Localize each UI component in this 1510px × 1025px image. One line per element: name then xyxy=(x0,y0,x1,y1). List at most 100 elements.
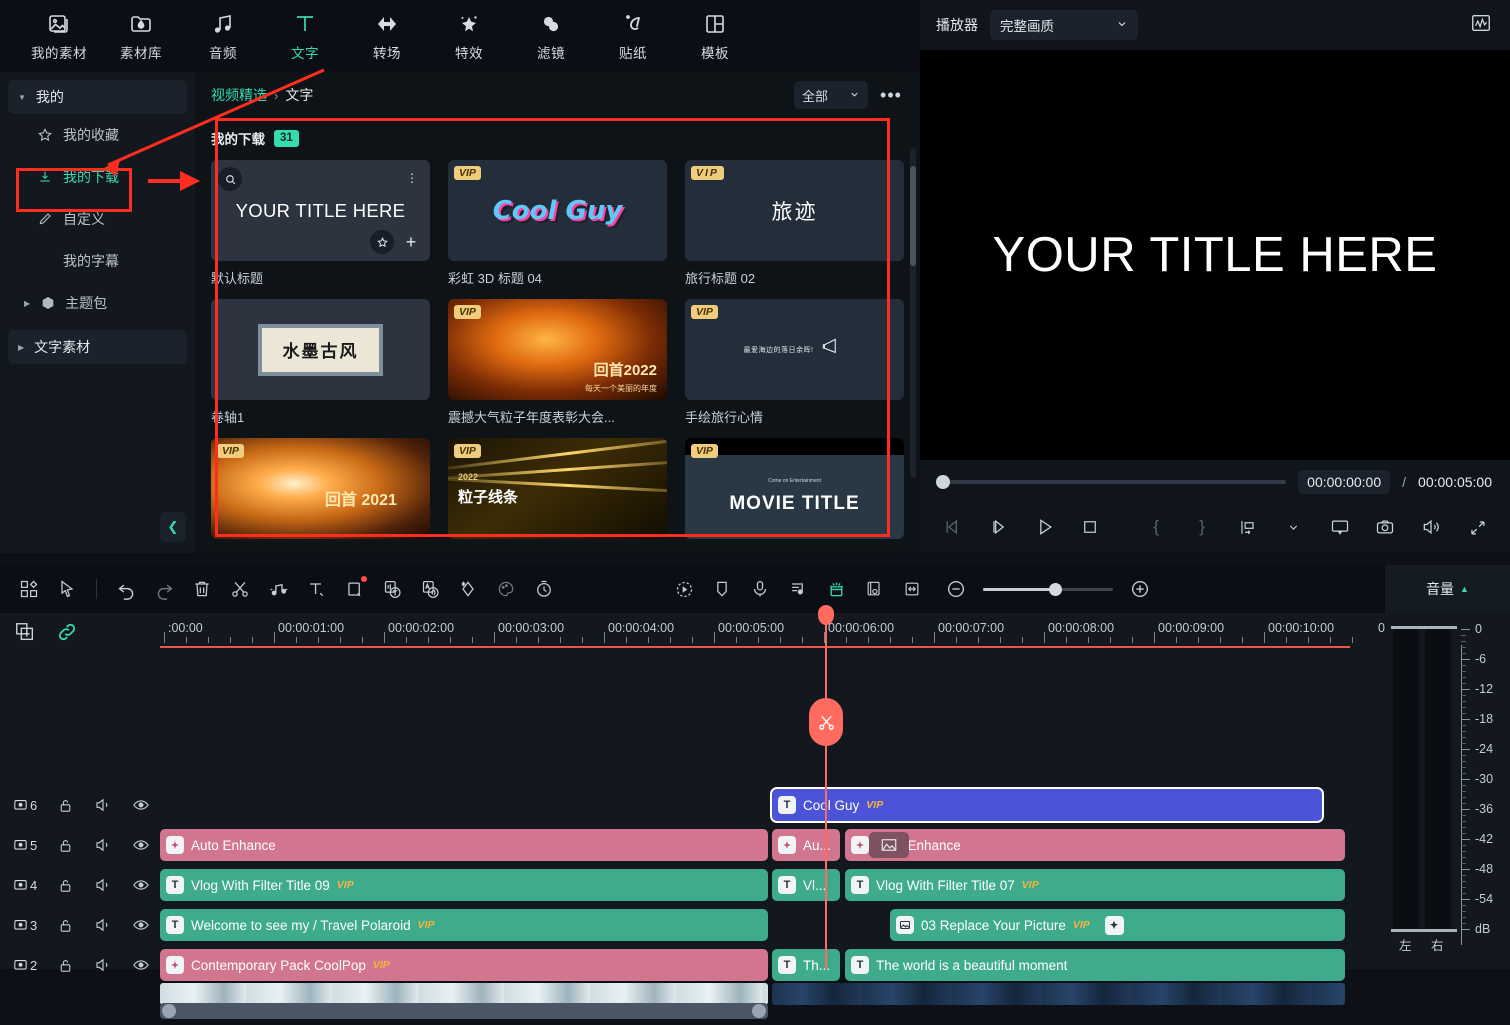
nav-item-text[interactable]: 文字 xyxy=(264,4,346,68)
timeline-clip[interactable]: TCool GuyVIP xyxy=(772,789,1322,821)
playhead[interactable] xyxy=(825,613,827,969)
sticker-icon[interactable] xyxy=(1105,916,1124,935)
seek-knob[interactable] xyxy=(936,475,950,489)
waveform-button[interactable] xyxy=(1468,12,1494,38)
speech-to-text-button[interactable] xyxy=(375,572,409,606)
asset-thumbnail[interactable]: VIP Cool Guy xyxy=(448,160,667,261)
timeline-clip[interactable]: Auto Enhance xyxy=(845,829,1345,861)
transition-marker[interactable] xyxy=(869,832,909,858)
asset-thumbnail[interactable]: YOUR TITLE HERE ⋮ + xyxy=(211,160,430,261)
add-layer-button[interactable] xyxy=(14,621,36,643)
track-visibility-button[interactable] xyxy=(122,865,160,905)
track-lock-button[interactable] xyxy=(46,865,84,905)
sidebar-item-favorites[interactable]: 我的收藏 xyxy=(0,114,195,156)
volume-panel-header[interactable]: 音量 ▲ xyxy=(1385,565,1510,613)
asset-card[interactable]: VIP 回首2022 每天一个美丽的年度 震撼大气粒子年度表彰大会... xyxy=(448,299,667,426)
fit-timeline-button[interactable] xyxy=(895,572,929,606)
clip-trim-handle-right[interactable] xyxy=(752,1004,766,1018)
nav-item-audio[interactable]: 音频 xyxy=(182,4,264,68)
prev-frame-button[interactable] xyxy=(940,514,966,540)
mark-in-button[interactable]: { xyxy=(1143,514,1169,540)
markers-button[interactable] xyxy=(1235,514,1261,540)
mark-out-button[interactable]: } xyxy=(1189,514,1215,540)
plus-icon[interactable]: + xyxy=(399,230,423,254)
asset-thumbnail[interactable]: VIP 回首 2021 xyxy=(211,438,430,539)
play-button[interactable] xyxy=(1032,514,1058,540)
timeline-clip[interactable]: TVl... xyxy=(772,869,840,901)
zoom-in-button[interactable] xyxy=(1123,572,1157,606)
track-lock-button[interactable] xyxy=(46,825,84,865)
track-mute-button[interactable] xyxy=(84,945,122,985)
sidebar-item-custom[interactable]: 自定义 xyxy=(0,198,195,240)
track-mute-button[interactable] xyxy=(84,785,122,825)
asset-thumbnail[interactable]: VIP 回首2022 每天一个美丽的年度 xyxy=(448,299,667,400)
timeline-clip[interactable]: Contemporary Pack CoolPopVIP xyxy=(160,949,768,981)
text-to-speech-button[interactable] xyxy=(413,572,447,606)
star-outline-icon[interactable] xyxy=(370,230,394,254)
track-mute-button[interactable] xyxy=(84,905,122,945)
seek-slider[interactable] xyxy=(938,480,1286,484)
text-tool-button[interactable] xyxy=(299,572,333,606)
timeline-ruler[interactable]: :00:0000:00:01:0000:00:02:0000:00:03:000… xyxy=(160,613,1385,651)
record-voiceover-button[interactable] xyxy=(743,572,777,606)
beat-detect-button[interactable] xyxy=(781,572,815,606)
asset-card[interactable]: 水墨古风 卷轴1 xyxy=(211,299,430,426)
crop-button[interactable] xyxy=(337,572,371,606)
playhead-handle[interactable] xyxy=(818,605,834,625)
breadcrumb-root[interactable]: 视频精选 xyxy=(211,85,267,105)
sidebar-item-theme-pack[interactable]: ▶ 主题包 xyxy=(0,282,195,324)
timeline-clip[interactable]: TWelcome to see my / Travel PolaroidVIP xyxy=(160,909,768,941)
timeline-clip[interactable]: 03 Replace Your PictureVIP xyxy=(890,909,1345,941)
sidebar-item-my-subtitles[interactable]: 我的字幕 xyxy=(0,240,195,282)
select-tool-button[interactable] xyxy=(50,572,84,606)
volume-button[interactable] xyxy=(1418,514,1444,540)
nav-item-my-media[interactable]: 我的素材 xyxy=(18,4,100,68)
nav-item-effects[interactable]: 特效 xyxy=(428,4,510,68)
keyframe-button[interactable] xyxy=(451,572,485,606)
quality-dropdown[interactable]: 完整画质 xyxy=(990,10,1138,40)
current-time[interactable]: 00:00:00:00 xyxy=(1298,470,1390,494)
content-scrollbar[interactable] xyxy=(910,148,916,478)
clip-trim-handle-left[interactable] xyxy=(162,1004,176,1018)
asset-thumbnail[interactable]: VIP 旅迹 xyxy=(685,160,904,261)
display-button[interactable] xyxy=(1327,514,1353,540)
redo-button[interactable] xyxy=(147,572,181,606)
zoom-slider[interactable] xyxy=(983,588,1113,591)
snapshot-button[interactable] xyxy=(1372,514,1398,540)
zoom-out-button[interactable] xyxy=(939,572,973,606)
preview-stage[interactable]: YOUR TITLE HERE xyxy=(920,50,1510,460)
grid-view-button[interactable] xyxy=(12,572,46,606)
track-visibility-button[interactable] xyxy=(122,825,160,865)
color-palette-button[interactable] xyxy=(489,572,523,606)
stop-button[interactable] xyxy=(1077,514,1103,540)
marker-button[interactable] xyxy=(705,572,739,606)
asset-thumbnail[interactable]: VIP 最爱海边的落日余晖! xyxy=(685,299,904,400)
filter-dropdown[interactable]: 全部 xyxy=(794,81,868,109)
video-filmstrip[interactable] xyxy=(160,983,768,1005)
track-lock-button[interactable] xyxy=(46,785,84,825)
zoom-icon[interactable] xyxy=(218,167,242,191)
fullscreen-button[interactable] xyxy=(1464,514,1490,540)
markers-caret[interactable] xyxy=(1281,514,1307,540)
asset-card[interactable]: VIP Come on Entertainment MOVIE TITLE xyxy=(685,438,904,539)
split-at-playhead-button[interactable] xyxy=(809,698,843,746)
sidebar-group-text-assets[interactable]: ▶ 文字素材 xyxy=(8,330,187,364)
sidebar-item-downloads[interactable]: 我的下载 xyxy=(0,156,195,198)
speed-button[interactable] xyxy=(527,572,561,606)
track-visibility-button[interactable] xyxy=(122,785,160,825)
timeline-clip[interactable]: Auto Enhance xyxy=(160,829,768,861)
track-mute-button[interactable] xyxy=(84,825,122,865)
asset-card[interactable]: VIP 2022 粒子线条 xyxy=(448,438,667,539)
track-lock-button[interactable] xyxy=(46,945,84,985)
link-button[interactable] xyxy=(56,621,78,643)
timeline-clip[interactable]: TTh... xyxy=(772,949,840,981)
kebab-menu-icon[interactable]: ⋮ xyxy=(400,166,424,190)
sidebar-group-mine[interactable]: ▼ 我的 xyxy=(8,80,187,114)
motion-tracking-button[interactable] xyxy=(667,572,701,606)
green-screen-button[interactable] xyxy=(819,572,853,606)
timeline-clip[interactable]: Au... xyxy=(772,829,840,861)
auto-reframe-button[interactable] xyxy=(857,572,891,606)
asset-thumbnail[interactable]: VIP 2022 粒子线条 xyxy=(448,438,667,539)
track-mute-button[interactable] xyxy=(84,865,122,905)
nav-item-stock-library[interactable]: 素材库 xyxy=(100,4,182,68)
